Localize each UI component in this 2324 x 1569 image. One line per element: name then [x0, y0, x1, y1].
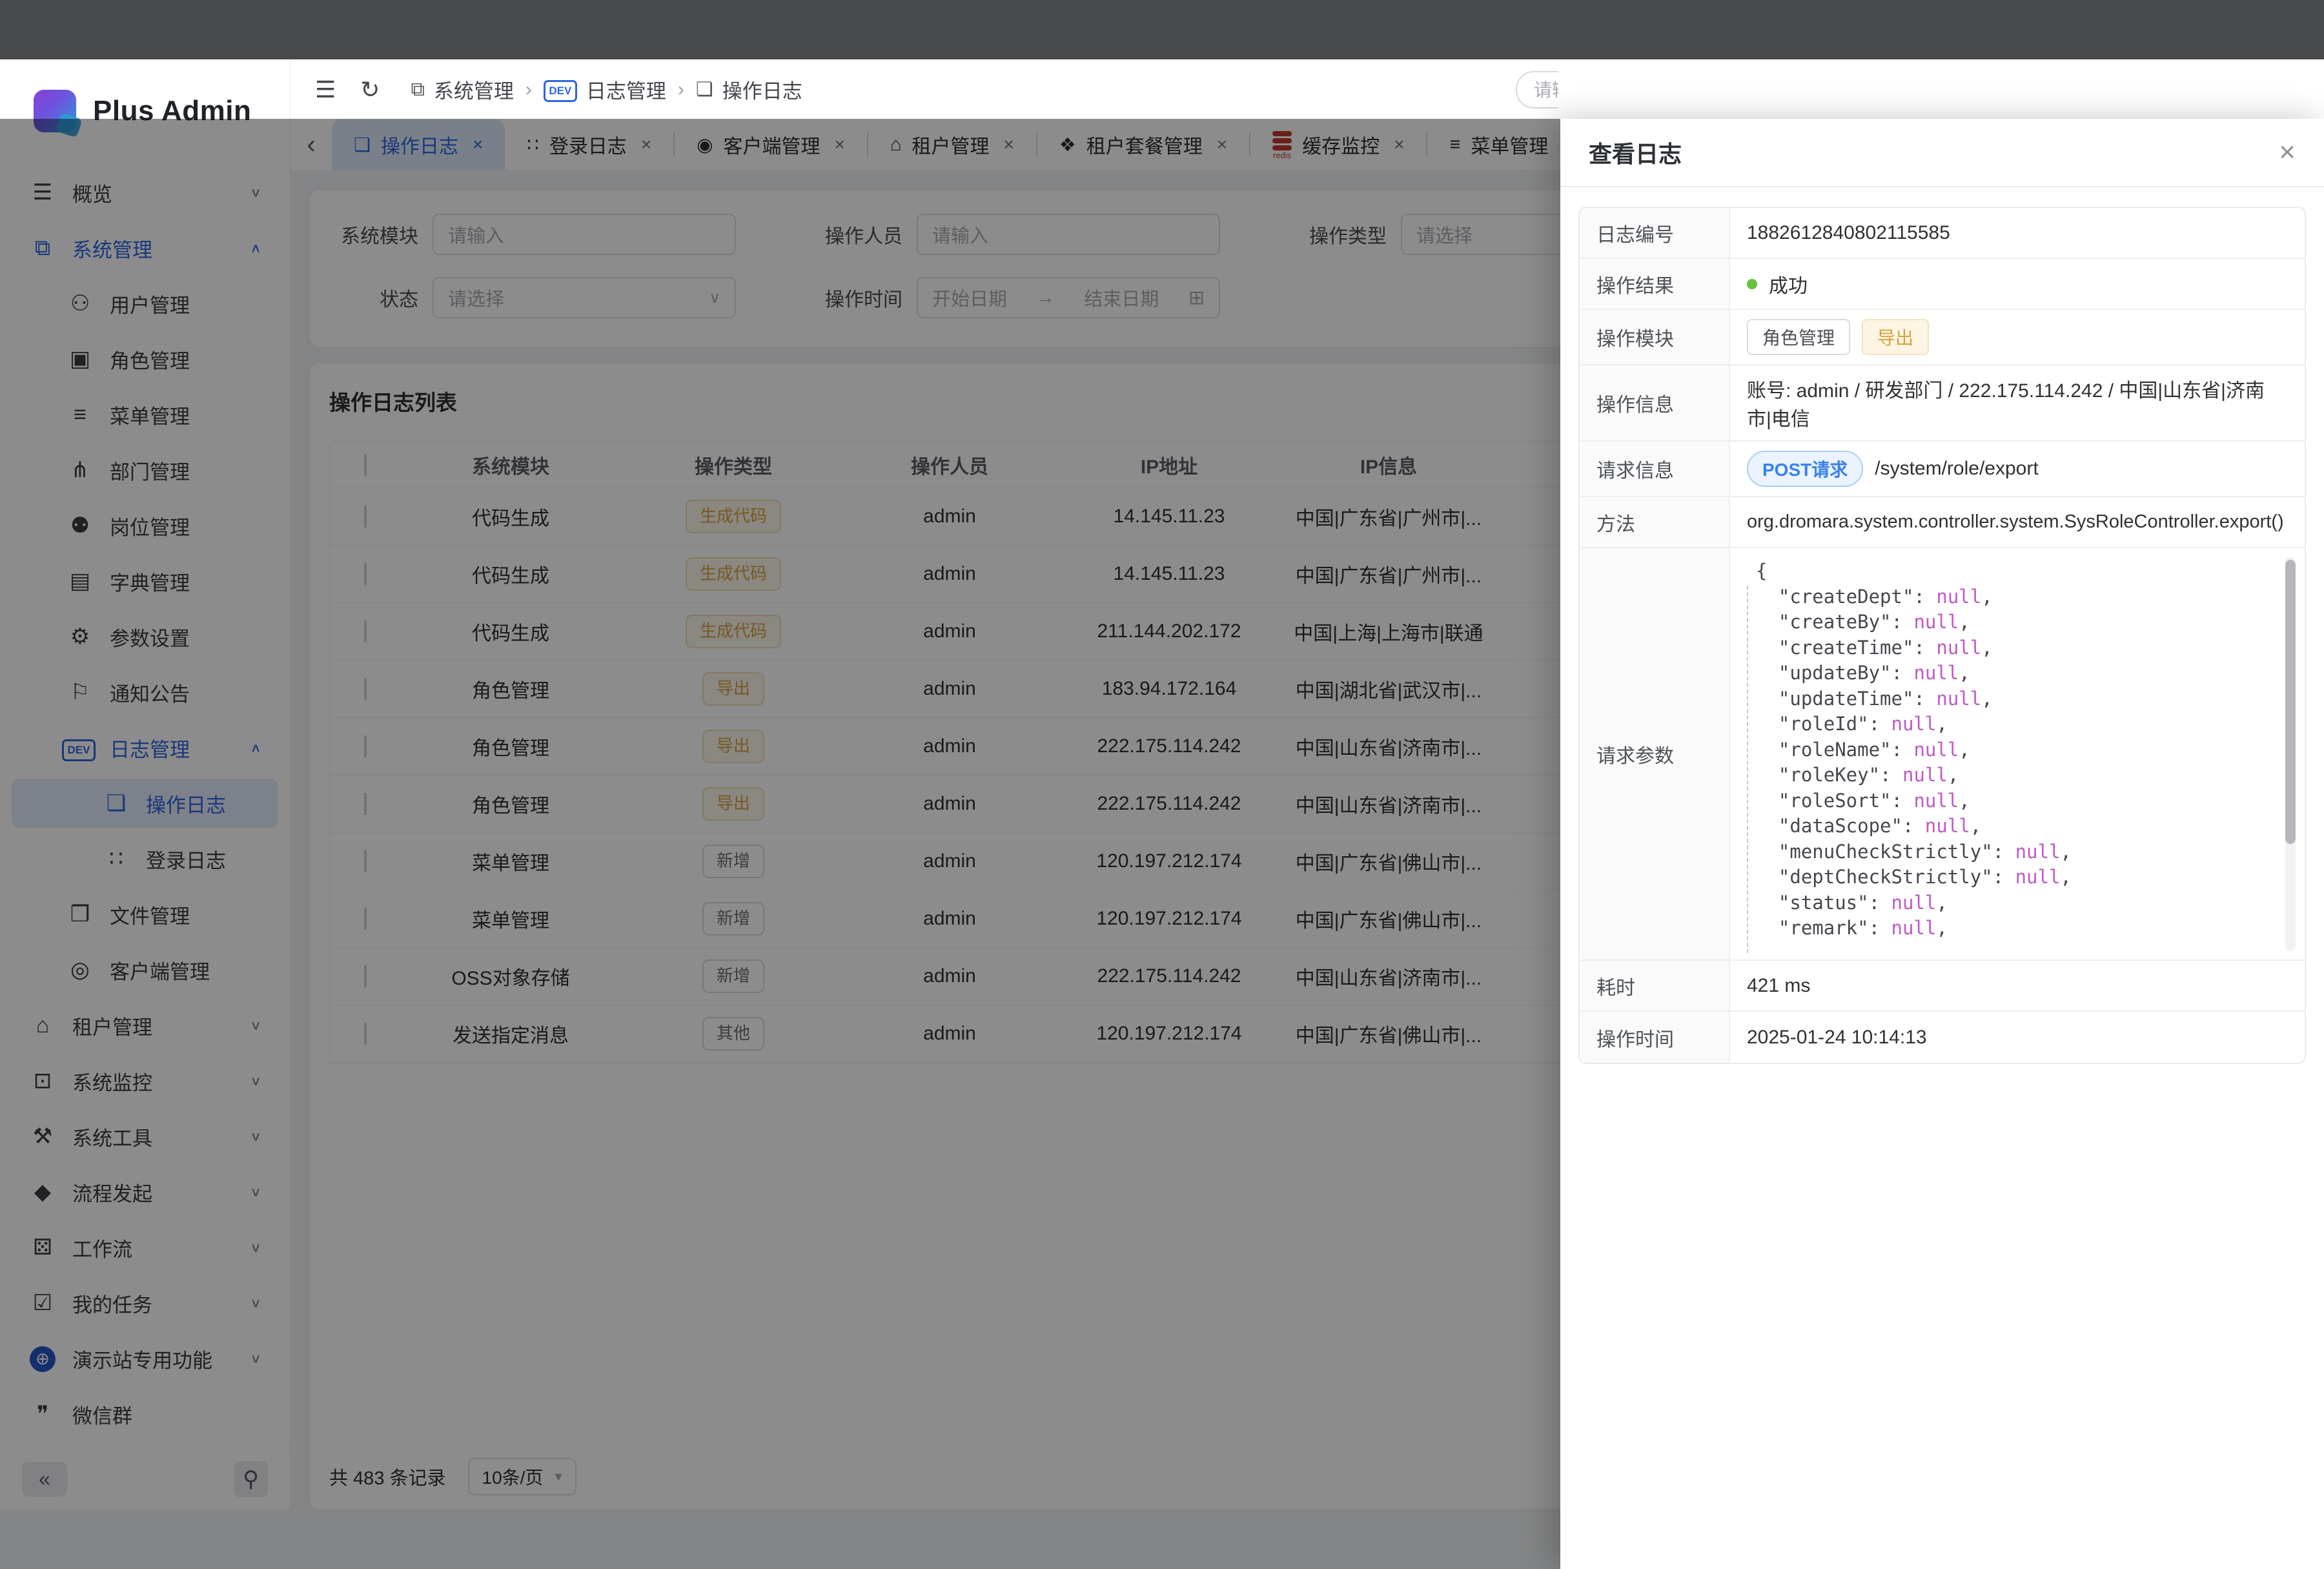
detail-row-duration: 耗时 421 ms — [1580, 961, 2305, 1012]
detail-row-request: 请求信息 POST请求 /system/role/export — [1580, 442, 2305, 497]
app-root: Plus Admin ☰概览∨⧉系统管理∧⚇用户管理▣角色管理≡菜单管理⋔部门管… — [0, 59, 2324, 1510]
json-scrollbar-thumb[interactable] — [2285, 560, 2296, 844]
json-code: { "createDept": null, "createBy": null, … — [1747, 559, 2072, 941]
breadcrumb-item-日志管理[interactable]: DEV 日志管理 — [544, 75, 666, 104]
breadcrumb-label: 操作日志 — [722, 75, 802, 104]
request-params-json[interactable]: { "createDept": null, "createBy": null, … — [1730, 548, 2305, 959]
success-dot-icon — [1747, 279, 1757, 289]
detail-row-method: 方法 org.dromara.system.controller.system.… — [1580, 497, 2305, 548]
drawer-title: 查看日志 — [1589, 136, 1682, 169]
refresh-icon[interactable]: ↻ — [360, 76, 380, 103]
breadcrumb-separator-icon: › — [525, 79, 532, 101]
detail-row-info: 操作信息 账号: admin / 研发部门 / 222.175.114.242 … — [1580, 365, 2305, 442]
module-tag: 角色管理 — [1747, 319, 1850, 355]
detail-row-log-id: 日志编号 1882612840802115585 — [1580, 208, 2305, 259]
dev-badge-icon: DEV — [544, 77, 577, 102]
close-icon[interactable]: × — [2279, 138, 2296, 167]
breadcrumb-item-系统管理[interactable]: ⧉ 系统管理 — [411, 75, 513, 104]
breadcrumb-item-操作日志[interactable]: ❏ 操作日志 — [696, 75, 802, 104]
export-tag: 导出 — [1862, 319, 1929, 355]
detail-row-module: 操作模块 角色管理 导出 — [1580, 310, 2305, 365]
breadcrumb-label: 系统管理 — [434, 75, 514, 104]
drawer-header: 查看日志 × — [1560, 119, 2324, 187]
detail-row-optime: 操作时间 2025-01-24 10:14:13 — [1580, 1012, 2305, 1063]
indent-guide — [1747, 586, 1748, 953]
view-log-drawer: 查看日志 × 日志编号 1882612840802115585 操作结果 成功 … — [1560, 119, 2324, 1569]
request-url: /system/role/export — [1875, 458, 2038, 480]
breadcrumb: ⧉ 系统管理 › DEV 日志管理 › ❏ 操作日志 — [411, 75, 802, 104]
topbar: ☰ ↻ ⧉ 系统管理 › DEV 日志管理 › ❏ 操作日志 请输入 — [290, 59, 2324, 119]
drawer-body: 日志编号 1882612840802115585 操作结果 成功 操作模块 角色… — [1560, 187, 2324, 1083]
detail-row-params: 请求参数 { "createDept": null, "createBy": n… — [1580, 548, 2305, 961]
window-titlebar — [0, 0, 2324, 59]
hamburger-icon[interactable]: ☰ — [315, 76, 336, 103]
oplog-icon: ❏ — [696, 78, 713, 101]
result-text: 成功 — [1769, 270, 1808, 298]
detail-row-result: 操作结果 成功 — [1580, 259, 2305, 310]
monitor-icon: ⧉ — [411, 79, 424, 101]
breadcrumb-separator-icon: › — [678, 79, 684, 101]
header-search-input[interactable]: 请输入 — [1516, 71, 1558, 108]
breadcrumb-label: 日志管理 — [586, 75, 666, 104]
post-method-tag: POST请求 — [1747, 451, 1863, 487]
log-detail-table: 日志编号 1882612840802115585 操作结果 成功 操作模块 角色… — [1578, 207, 2306, 1064]
